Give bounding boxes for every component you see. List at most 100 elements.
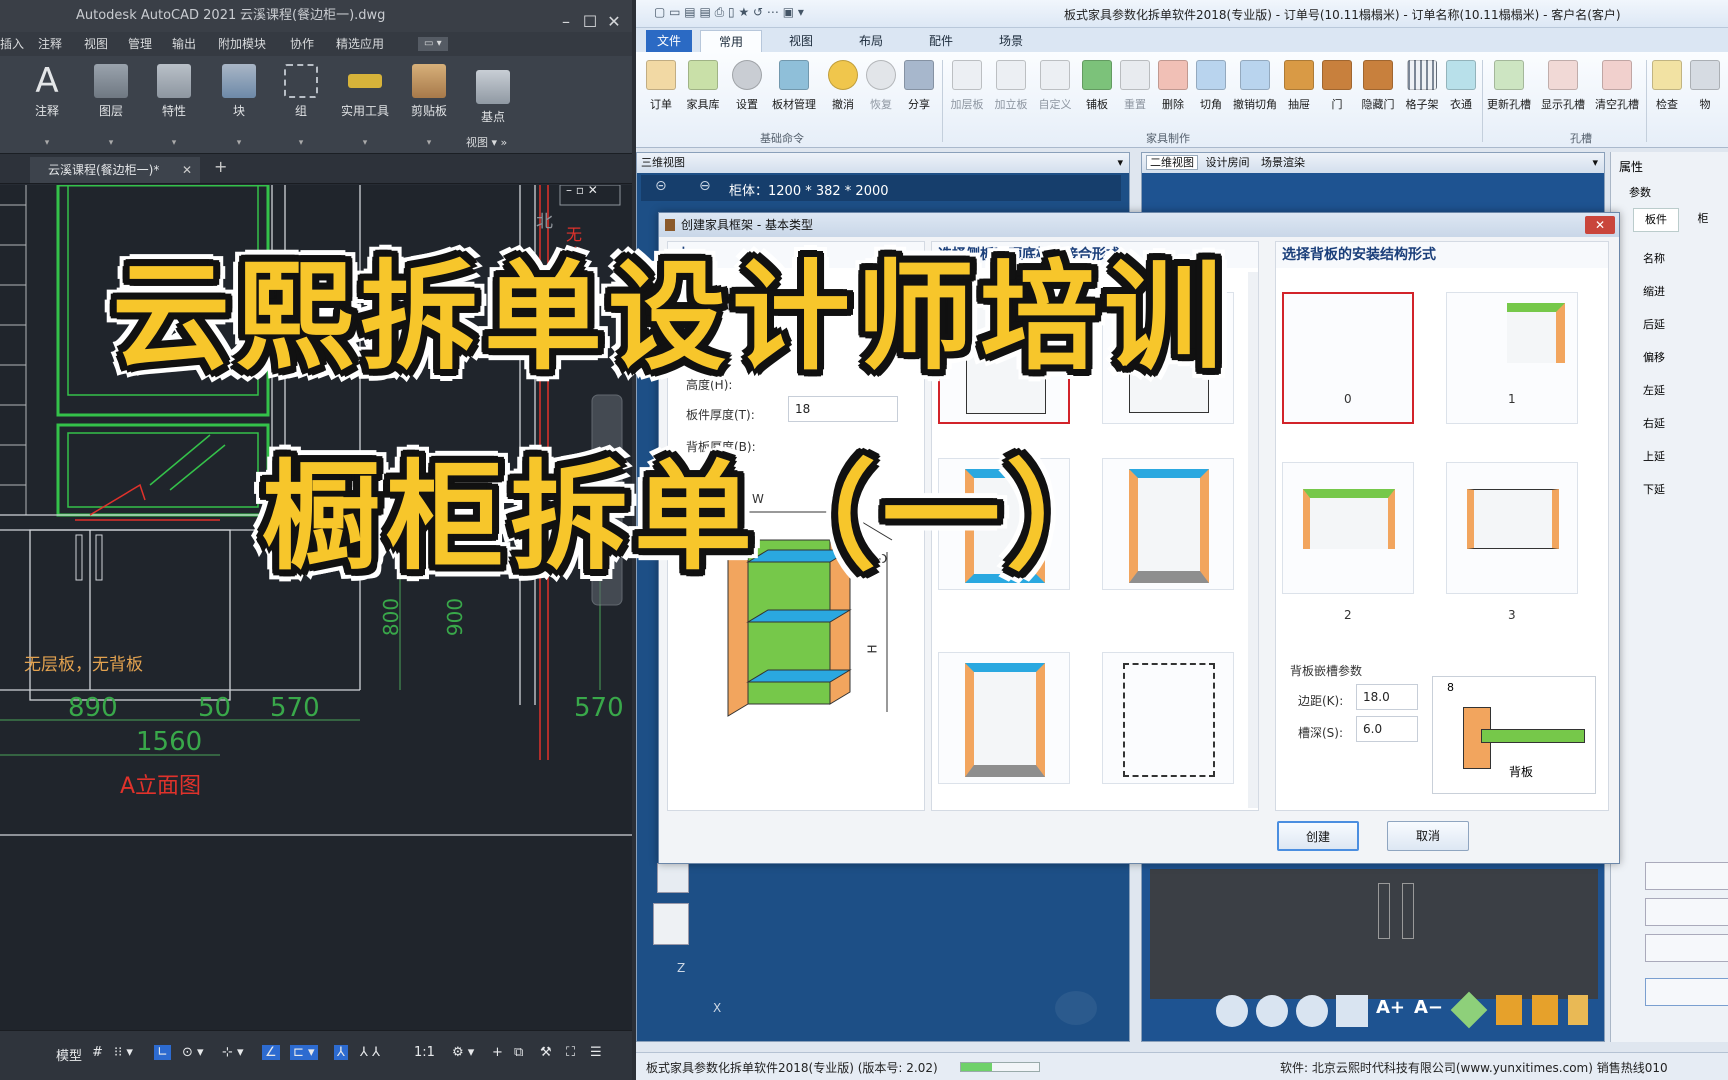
menu-collaborate[interactable]: 协作 <box>290 32 314 56</box>
redo-button[interactable]: 恢复 <box>862 60 900 112</box>
tab-cabinet[interactable]: 柜 <box>1683 208 1723 232</box>
polar-icon[interactable]: ⊙ ▾ <box>182 1045 204 1060</box>
tab-scene-render[interactable]: 场景渲染 <box>1257 156 1309 169</box>
menu-annotate[interactable]: 注释 <box>38 32 62 56</box>
ribbon-annotate[interactable]: A 注释 ▾ <box>18 60 76 150</box>
font-larger-icon[interactable]: A+ <box>1376 997 1405 1018</box>
update-holes-button[interactable]: 更新孔槽 <box>1482 60 1536 112</box>
zoom-out-icon[interactable] <box>1256 995 1288 1027</box>
settings-gear-icon[interactable]: ⚙ ▾ <box>452 1045 474 1060</box>
dim-icon[interactable] <box>1450 991 1488 1029</box>
tab-scene[interactable]: 场景 <box>982 30 1040 52</box>
joint-option-4[interactable] <box>938 652 1070 784</box>
lay-board-button[interactable]: 铺板 <box>1078 60 1116 112</box>
depth-input[interactable]: 6.0 <box>1356 716 1418 742</box>
lock-icon[interactable] <box>1496 995 1522 1025</box>
board-manage-button[interactable]: 板材管理 <box>766 60 822 112</box>
otrack-icon[interactable]: ∠ <box>262 1045 280 1060</box>
menu-manage[interactable]: 管理 <box>128 32 152 56</box>
check-button[interactable]: 检查 <box>1648 60 1686 112</box>
ribbon-group[interactable]: 组 ▾ <box>272 60 330 150</box>
clear-holes-button[interactable]: 清空孔槽 <box>1590 60 1644 112</box>
lineweight-icon[interactable]: ⊏ ▾ <box>290 1045 318 1060</box>
settings-button[interactable]: 设置 <box>728 60 766 112</box>
order-button[interactable]: 订单 <box>642 60 680 112</box>
joint-scrollbar[interactable] <box>1248 272 1258 808</box>
annoscale-icon[interactable]: ⅄ ⅄ <box>360 1045 380 1060</box>
undo-button[interactable]: 撤消 <box>824 60 862 112</box>
menu-output[interactable]: 输出 <box>172 32 196 56</box>
hidden-door-button[interactable]: 隐藏门 <box>1356 60 1400 112</box>
hardware-icon[interactable]: ⚒ <box>540 1045 552 1060</box>
zoom-fit-icon[interactable] <box>1296 995 1328 1027</box>
snap-icon[interactable]: ⁝⁝ ▾ <box>114 1045 133 1060</box>
menu-view[interactable]: 视图 <box>84 32 108 56</box>
zoom-in-icon[interactable] <box>1216 995 1248 1027</box>
menu-insert[interactable]: 插入 <box>0 32 24 56</box>
reset-button[interactable]: 重置 <box>1116 60 1154 112</box>
forward-icon[interactable]: ⊖ <box>699 178 711 194</box>
create-button[interactable]: 创建 <box>1277 821 1359 851</box>
back-option-2[interactable] <box>1282 462 1414 594</box>
grid-icon[interactable]: # <box>92 1045 103 1060</box>
prop-button[interactable] <box>1645 862 1728 890</box>
chamfer-button[interactable]: 切角 <box>1192 60 1230 112</box>
ribbon-block[interactable]: 块 ▾ <box>210 60 268 150</box>
lock-icon[interactable] <box>1532 995 1558 1025</box>
side-tool-icon[interactable] <box>653 903 689 945</box>
unlock-icon[interactable] <box>1568 995 1588 1025</box>
tab-view[interactable]: 视图 <box>772 30 830 52</box>
show-holes-button[interactable]: 显示孔槽 <box>1536 60 1590 112</box>
view-cube-icon[interactable] <box>1055 991 1097 1025</box>
tab-layout[interactable]: 布局 <box>842 30 900 52</box>
ribbon-layers[interactable]: 图层 ▾ <box>82 60 140 150</box>
prop-button[interactable] <box>1645 898 1728 926</box>
ribbon-clipboard[interactable]: 剪贴板 ▾ <box>400 60 458 150</box>
ribbon-properties[interactable]: 特性 ▾ <box>145 60 203 150</box>
joint-option-custom[interactable] <box>1102 652 1234 784</box>
frame-icon[interactable] <box>1336 995 1368 1027</box>
close-tab-icon[interactable]: ✕ <box>182 157 192 183</box>
material-button[interactable]: 物 <box>1686 60 1724 112</box>
custom-button[interactable]: 自定义 <box>1032 60 1078 112</box>
grid-rack-button[interactable]: 格子架 <box>1400 60 1444 112</box>
fullscreen-icon[interactable]: ⛶ <box>566 1045 575 1060</box>
annotation-icon[interactable]: ⅄ <box>334 1045 348 1060</box>
drawer-button[interactable]: 抽屉 <box>1280 60 1318 112</box>
tab-2d-view[interactable]: 二维视图 <box>1146 155 1198 170</box>
model-button[interactable]: 模型 <box>56 1045 82 1064</box>
plus-icon[interactable]: + <box>492 1045 503 1060</box>
hanger-rod-button[interactable]: 衣通 <box>1442 60 1480 112</box>
share-button[interactable]: 分享 <box>900 60 938 112</box>
menu-extra-icon[interactable]: ▭ ▾ <box>418 37 448 51</box>
cancel-button[interactable]: 取消 <box>1387 821 1469 851</box>
font-smaller-icon[interactable]: A− <box>1414 997 1443 1018</box>
quick-access-icons[interactable]: ▢ ▭ ▤ ▤ ⎙ ▯ ★ ↺ ⋯ ▣ ▾ <box>654 5 804 20</box>
margin-input[interactable]: 18.0 <box>1356 684 1418 710</box>
tab-fittings[interactable]: 配件 <box>912 30 970 52</box>
tab-file[interactable]: 文件 <box>646 30 692 52</box>
prop-button[interactable] <box>1645 978 1728 1006</box>
pane-menu-icon[interactable]: ▾ <box>1117 153 1123 173</box>
prop-button[interactable] <box>1645 934 1728 962</box>
ribbon-view-panel[interactable]: 视图 ▾ » <box>466 134 507 150</box>
library-button[interactable]: 家具库 <box>680 60 726 112</box>
add-vertical-button[interactable]: 加立板 <box>988 60 1034 112</box>
ribbon-utilities[interactable]: 实用工具 ▾ <box>336 60 394 150</box>
osnap-icon[interactable]: ⊹ ▾ <box>222 1045 244 1060</box>
doc-tab[interactable]: 云溪课程(餐边柜一)* ✕ <box>30 157 200 183</box>
undo-chamfer-button[interactable]: 撤销切角 <box>1230 60 1280 112</box>
tab-design-room[interactable]: 设计房间 <box>1202 156 1254 169</box>
back-option-3[interactable] <box>1446 462 1578 594</box>
scale-label[interactable]: 1:1 <box>414 1045 435 1060</box>
menu-featured[interactable]: 精选应用 <box>336 32 384 56</box>
pane-menu-icon[interactable]: ▾ <box>1592 153 1598 173</box>
viewport-controls[interactable]: – ▫ ✕ <box>566 183 598 197</box>
customize-icon[interactable]: ☰ <box>590 1045 602 1060</box>
delete-button[interactable]: 删除 <box>1154 60 1192 112</box>
add-shelf-button[interactable]: 加层板 <box>944 60 990 112</box>
ortho-icon[interactable]: ∟ <box>154 1045 171 1060</box>
menu-addins[interactable]: 附加模块 <box>218 32 266 56</box>
new-tab-icon[interactable]: + <box>214 157 227 176</box>
thickness-input[interactable]: 18 <box>788 396 898 422</box>
